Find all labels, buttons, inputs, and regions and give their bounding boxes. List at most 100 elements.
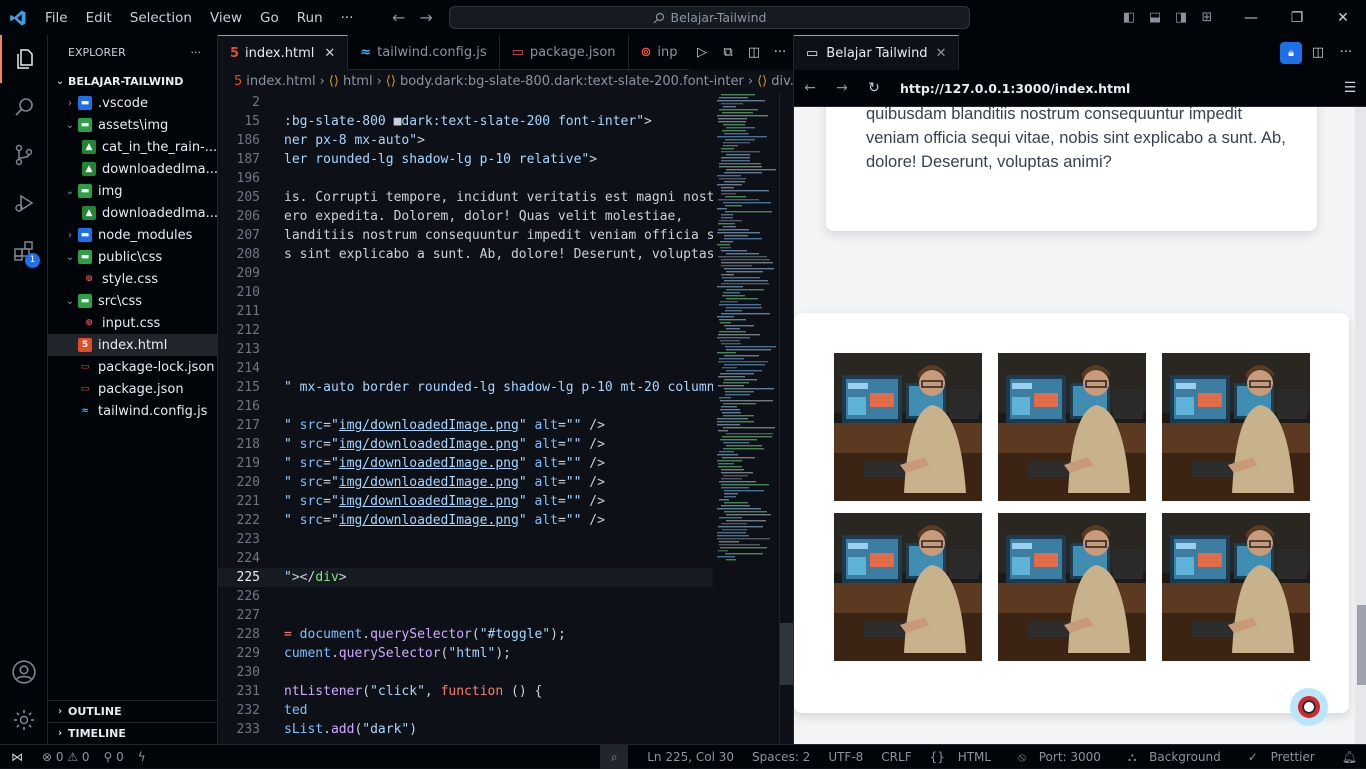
source-control-icon[interactable]	[0, 131, 48, 179]
code-line[interactable]: 217 " src="img/downloadedImage.png" alt="…	[218, 416, 713, 435]
breadcrumb-item[interactable]: div.mb-96	[771, 74, 793, 89]
menu-item[interactable]: Selection	[121, 10, 201, 26]
tree-item[interactable]: ▭ package.json	[48, 378, 217, 400]
minimize-button[interactable]: —	[1228, 10, 1274, 26]
code-line[interactable]: 231 ntListener("click", function () {	[218, 682, 713, 701]
code-line[interactable]: 226	[218, 587, 713, 606]
code-line[interactable]: 229 cument.querySelector("html");	[218, 644, 713, 663]
explorer-root-folder[interactable]: ⌄ BELAJAR-TAILWIND	[48, 70, 217, 92]
menu-item[interactable]: View	[201, 10, 251, 26]
menu-item[interactable]: Run	[288, 10, 332, 26]
browser-forward-icon[interactable]: →	[826, 80, 858, 96]
code-line[interactable]: 232 ted	[218, 701, 713, 720]
background-indicator[interactable]: ⛬ Background	[1119, 750, 1239, 765]
code-line[interactable]: 214	[218, 359, 713, 378]
ports-indicator[interactable]: ⚲ 0	[104, 750, 124, 764]
breadcrumb-item[interactable]: index.html	[246, 74, 315, 89]
tree-item[interactable]: ▲ cat_in_the_rain-...	[48, 136, 217, 158]
code-line[interactable]: 215 " mx-auto border rounded-lg shadow-lg…	[218, 378, 713, 397]
split-editor-icon[interactable]: ◫	[741, 45, 767, 60]
zoom-icon[interactable]: ⌕	[600, 745, 629, 769]
reload-icon[interactable]: ↻	[858, 80, 890, 96]
code-line[interactable]: 205 is. Corrupti tempore, incidunt verita…	[218, 188, 713, 207]
outline-section[interactable]: › OUTLINE	[48, 700, 218, 722]
open-preview-icon[interactable]: ⧉	[715, 45, 741, 60]
tree-item[interactable]: ⌄ ▬ src\css	[48, 290, 217, 312]
breadcrumb-item[interactable]: body.dark:bg-slate-800.dark:text-slate-2…	[400, 74, 744, 89]
browser-scrollbar[interactable]	[1355, 107, 1366, 744]
code-line[interactable]: 221 " src="img/downloadedImage.png" alt="…	[218, 492, 713, 511]
editor-tab[interactable]: ≈ tailwind.config.js	[348, 35, 500, 70]
close-icon[interactable]: ✕	[936, 46, 947, 61]
code-line[interactable]: 220 " src="img/downloadedImage.png" alt="…	[218, 473, 713, 492]
tree-item[interactable]: ⌄ ▬ assets\img	[48, 114, 217, 136]
code-line[interactable]: 225 "></div>	[218, 568, 713, 587]
customize-layout-icon[interactable]: ⊞	[1194, 10, 1220, 25]
more-actions-icon[interactable]: ···	[1334, 45, 1358, 60]
code-line[interactable]: 216	[218, 397, 713, 416]
tree-item[interactable]: ⌄ ▬ public\css	[48, 246, 217, 268]
close-window-button[interactable]: ✕	[1320, 10, 1366, 26]
code-line[interactable]: 219 " src="img/downloadedImage.png" alt="…	[218, 454, 713, 473]
code-line[interactable]: 222 " src="img/downloadedImage.png" alt="…	[218, 511, 713, 530]
code-line[interactable]: 210	[218, 283, 713, 302]
back-arrow-icon[interactable]: ←	[392, 8, 405, 27]
code-line[interactable]: 15:bg-slate-800 ■dark:text-slate-200 fon…	[218, 112, 713, 131]
code-line[interactable]: 228 = document.querySelector("#toggle");	[218, 625, 713, 644]
extensions-icon[interactable]: 1	[0, 227, 48, 275]
code-line[interactable]: 206 ero expedita. Dolorem, dolor! Quas ve…	[218, 207, 713, 226]
run-icon[interactable]: ▷	[689, 45, 715, 60]
code-line[interactable]: 211	[218, 302, 713, 321]
editor-scroll-thumb[interactable]	[780, 623, 793, 685]
problems-indicator[interactable]: ⊗ 0 ⚠ 0	[42, 750, 90, 764]
tree-item[interactable]: › ▬ node_modules	[48, 224, 217, 246]
browser-back-icon[interactable]: ←	[794, 80, 826, 96]
prettier-indicator[interactable]: ✓ Prettier	[1239, 750, 1333, 764]
tree-item[interactable]: ⌄ ▬ img	[48, 180, 217, 202]
tree-item[interactable]: 5 index.html	[48, 334, 217, 356]
indentation[interactable]: Spaces: 2	[743, 750, 819, 764]
end-of-line[interactable]: CRLF	[872, 750, 920, 764]
forward-arrow-icon[interactable]: →	[419, 8, 432, 27]
code-line[interactable]: 212	[218, 321, 713, 340]
menu-item[interactable]: ···	[332, 10, 363, 26]
tree-item[interactable]: ▭ package-lock.json	[48, 356, 217, 378]
code-line[interactable]: 230	[218, 663, 713, 682]
lock-icon[interactable]: 🔒︎	[1280, 41, 1302, 64]
menu-item[interactable]: Edit	[77, 10, 121, 26]
restore-button[interactable]: ❐	[1274, 10, 1320, 26]
close-icon[interactable]: ✕	[324, 46, 335, 61]
code-area[interactable]: 2 15:bg-slate-800 ■dark:text-slate-200 fo…	[218, 92, 713, 744]
menu-item[interactable]: Go	[251, 10, 288, 26]
account-icon[interactable]	[0, 648, 48, 696]
code-line[interactable]: 187 ler rounded-lg shadow-lg p-10 relativ…	[218, 150, 713, 169]
tree-item[interactable]: ▲ downloadedIma...	[48, 158, 217, 180]
explorer-more-actions[interactable]: ···	[191, 46, 202, 59]
code-line[interactable]: 224	[218, 549, 713, 568]
browser-scroll-thumb[interactable]	[1357, 605, 1366, 685]
run-debug-icon[interactable]	[0, 179, 48, 227]
split-editor-icon[interactable]: ◫	[1306, 45, 1330, 60]
code-line[interactable]: 218 " src="img/downloadedImage.png" alt="…	[218, 435, 713, 454]
search-icon[interactable]	[0, 83, 48, 131]
editor-scrollbar[interactable]	[779, 92, 793, 744]
tree-item[interactable]: ⊚ input.css	[48, 312, 217, 334]
command-center-search[interactable]: Belajar-Tailwind	[449, 6, 970, 29]
menu-item[interactable]: File	[36, 10, 77, 26]
timeline-section[interactable]: › TIMELINE	[48, 722, 218, 744]
toggle-secondary-sidebar-icon[interactable]: ◨	[1168, 10, 1194, 25]
code-line[interactable]: 213	[218, 340, 713, 359]
breadcrumb-item[interactable]: html	[343, 74, 373, 89]
language-mode[interactable]: {} HTML	[921, 750, 1010, 764]
settings-gear-icon[interactable]	[0, 696, 48, 744]
lightning-icon[interactable]: ϟ	[138, 750, 146, 764]
dark-mode-toggle[interactable]	[1290, 688, 1328, 726]
code-line[interactable]: 223	[218, 530, 713, 549]
code-line[interactable]: 196	[218, 169, 713, 188]
tree-item[interactable]: › ▬ .vscode	[48, 92, 217, 114]
cursor-position[interactable]: Ln 225, Col 30	[638, 750, 743, 764]
tree-item[interactable]: ⊚ style.css	[48, 268, 217, 290]
remote-indicator-icon[interactable]: ⋈	[0, 745, 34, 769]
code-line[interactable]: 209	[218, 264, 713, 283]
browser-tab[interactable]: ▭ Belajar Tailwind ✕	[794, 35, 960, 70]
